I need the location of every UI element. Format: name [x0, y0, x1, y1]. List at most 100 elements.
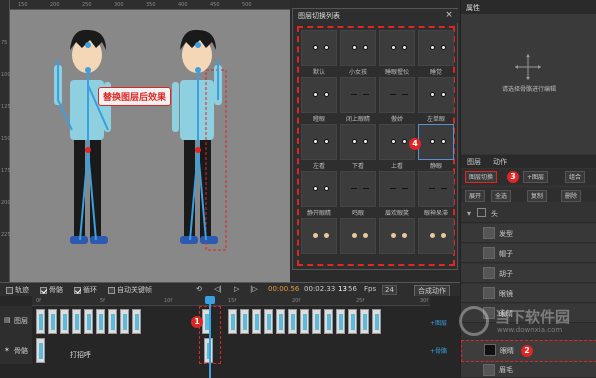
frame-strip[interactable]: [32, 306, 430, 364]
layer-option[interactable]: [340, 124, 376, 160]
layer-option[interactable]: [340, 30, 376, 66]
keyframe[interactable]: [60, 309, 69, 334]
keyframe[interactable]: [276, 309, 285, 334]
replay-icon[interactable]: ⟲: [196, 285, 202, 293]
keyframe[interactable]: [288, 309, 297, 334]
ruler-tick: 500: [242, 2, 252, 8]
layer-option[interactable]: [301, 218, 337, 254]
layer-option[interactable]: [418, 77, 454, 113]
keyframe[interactable]: [84, 309, 93, 334]
layer-option[interactable]: [340, 171, 376, 207]
add-bone-link[interactable]: +骨骼: [430, 346, 447, 355]
bone-checkbox[interactable]: 骨骼: [40, 285, 63, 295]
layer-option[interactable]: [379, 77, 415, 113]
group-button[interactable]: 组合: [565, 171, 586, 183]
layer-option[interactable]: [379, 30, 415, 66]
fps-select[interactable]: 24: [382, 285, 397, 295]
keyframe[interactable]: [72, 309, 81, 334]
layer-option[interactable]: [418, 171, 454, 207]
layer-row[interactable]: 眉毛: [461, 362, 596, 378]
keyframe[interactable]: [312, 309, 321, 334]
eye-icon: [430, 233, 435, 238]
layer-row[interactable]: 胡子: [461, 264, 596, 283]
add-layer-button[interactable]: +图层: [523, 171, 549, 183]
keyframe[interactable]: [264, 309, 273, 334]
layer-option[interactable]: [418, 218, 454, 254]
layer-option[interactable]: [418, 124, 454, 160]
layer-option[interactable]: [340, 77, 376, 113]
timeline-tick: 25f: [356, 298, 365, 304]
keyframe[interactable]: [228, 309, 237, 334]
keyframe[interactable]: [120, 309, 129, 334]
next-frame-icon[interactable]: |▷: [250, 285, 258, 293]
closed-eye-icon: [441, 188, 447, 189]
add-layer-link[interactable]: +图层: [430, 318, 447, 327]
layer-option[interactable]: [301, 171, 337, 207]
frame-figure: [75, 314, 79, 330]
layer-option[interactable]: [379, 171, 415, 207]
playhead[interactable]: [209, 296, 211, 378]
layer-option-label: 瞪眼: [312, 116, 325, 123]
layer-option[interactable]: [301, 30, 337, 66]
ruler-tick: 400: [178, 2, 188, 8]
keyframe[interactable]: [96, 309, 105, 334]
layer-option[interactable]: [379, 218, 415, 254]
delete-button[interactable]: 删除: [561, 190, 582, 202]
close-icon[interactable]: ×: [444, 10, 454, 20]
layer-row[interactable]: 帽子: [461, 244, 596, 263]
timeline[interactable]: 0f 5f 10f 15f 20f 25f 30f ▤ 图层 ✶ 骨骼 打招呼 +图层 +骨…: [0, 296, 460, 378]
frame-figure: [135, 314, 139, 330]
bone-keyframe[interactable]: [36, 338, 45, 363]
layer-option[interactable]: [301, 77, 337, 113]
playhead-handle[interactable]: [205, 296, 215, 304]
eye-icon: [391, 45, 396, 50]
keyframe[interactable]: [360, 309, 369, 334]
ruler-top: 150 200 250 300 350 400 450 500: [10, 0, 290, 10]
tab-layers[interactable]: 图层: [467, 157, 481, 167]
keyframe[interactable]: [252, 309, 261, 334]
auto-key-checkbox[interactable]: 自动关键帧: [108, 285, 152, 295]
frame-figure: [351, 314, 355, 330]
closed-eye-icon: [402, 188, 408, 189]
layer-switch-panel: 图层切换列表 × 默认 小女孩 睡眼惺忪 睡觉 瞪眼 闭上眼睛 傲娇 左单眼 左看 下看 上看 静眼静…: [292, 8, 459, 270]
keyframe[interactable]: [372, 309, 381, 334]
layer-option-label: 眉欢眼笑: [384, 210, 409, 217]
expand-button[interactable]: 展开: [465, 190, 486, 202]
play-icon[interactable]: ▷: [234, 285, 239, 293]
stage[interactable]: 替换图层后效果: [10, 10, 290, 282]
closed-eye-icon: [390, 188, 396, 189]
step-badge-1: 1: [191, 316, 203, 328]
eye-icon: [363, 139, 368, 144]
keyframe[interactable]: [300, 309, 309, 334]
collapse-icon[interactable]: ▾: [467, 209, 471, 218]
layer-switch-button[interactable]: 图层切换: [465, 171, 498, 183]
tab-actions[interactable]: 动作: [493, 157, 507, 167]
prev-frame-icon[interactable]: ◁|: [214, 285, 222, 293]
keyframe[interactable]: [132, 309, 141, 334]
keyframe[interactable]: [324, 309, 333, 334]
keyframe[interactable]: [48, 309, 57, 334]
layer-option[interactable]: [340, 218, 376, 254]
track-checkbox[interactable]: 轨迹: [6, 285, 29, 295]
tree-root-row[interactable]: ▾ 头: [461, 204, 596, 223]
copy-button[interactable]: 复制: [527, 190, 548, 202]
keyframe[interactable]: [336, 309, 345, 334]
canvas-area[interactable]: 150 200 250 300 350 400 450 500 75 100 1…: [0, 0, 290, 282]
select-all-button[interactable]: 全选: [491, 190, 512, 202]
layer-name: 胡子: [499, 270, 513, 278]
layer-row[interactable]: 发型: [461, 224, 596, 243]
layer-option-label: 左看: [312, 163, 325, 170]
timeline-ruler: 0f 5f 10f 15f 20f 25f 30f: [32, 296, 430, 306]
keyframe[interactable]: [108, 309, 117, 334]
frame-figure: [39, 343, 43, 359]
keyframe[interactable]: [36, 309, 45, 334]
watermark-text: 当下软件园: [495, 308, 571, 326]
loop-checkbox[interactable]: 循环: [74, 285, 97, 295]
eye-icon: [441, 139, 446, 144]
keyframe[interactable]: [348, 309, 357, 334]
layer-option[interactable]: [301, 124, 337, 160]
layer-option[interactable]: [418, 30, 454, 66]
eye-icon: [352, 139, 357, 144]
keyframe[interactable]: [240, 309, 249, 334]
ruler-tick: 250: [82, 2, 92, 8]
